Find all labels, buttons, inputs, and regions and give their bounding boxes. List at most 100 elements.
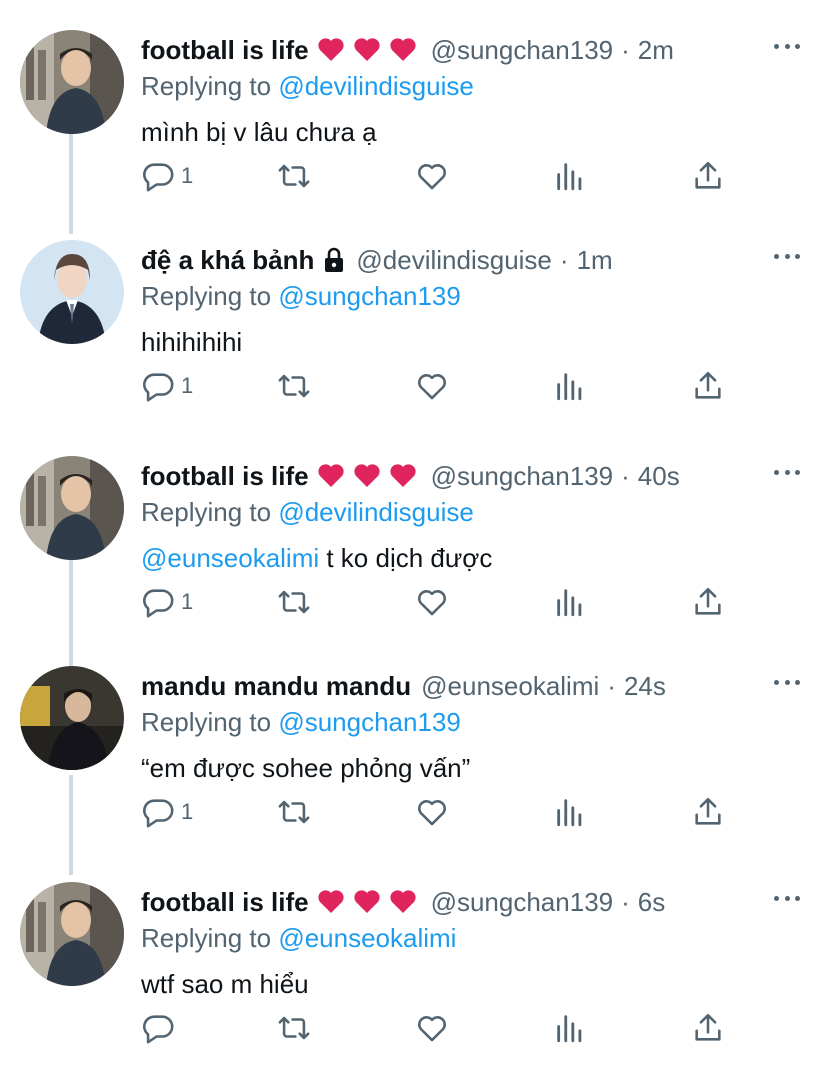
display-name[interactable]: đệ a khá bảnh bbox=[141, 240, 314, 280]
avatar-image bbox=[20, 882, 124, 986]
tweet-actions: 1 bbox=[141, 790, 741, 834]
analytics-button[interactable] bbox=[553, 364, 587, 408]
analytics-button[interactable] bbox=[553, 154, 587, 198]
avatar[interactable] bbox=[20, 882, 124, 986]
timestamp[interactable]: 24s bbox=[624, 666, 666, 706]
display-name[interactable]: football is life bbox=[141, 882, 309, 922]
retweet-button[interactable] bbox=[277, 154, 311, 198]
separator-dot: · bbox=[559, 245, 569, 275]
red-heart-emoji bbox=[353, 890, 380, 913]
retweet-button[interactable] bbox=[277, 364, 311, 408]
user-handle[interactable]: @sungchan139 bbox=[431, 456, 614, 496]
analytics-icon bbox=[557, 589, 582, 617]
red-heart-emoji bbox=[317, 890, 344, 913]
replying-to-mention[interactable]: @eunseokalimi bbox=[278, 923, 456, 953]
more-icon[interactable] bbox=[774, 254, 800, 262]
reply-button[interactable]: 1 bbox=[141, 790, 193, 834]
tweet-text-body: hihihihihi bbox=[141, 327, 243, 357]
like-button[interactable] bbox=[415, 1006, 449, 1050]
reply-button[interactable]: 1 bbox=[141, 580, 193, 624]
tweet[interactable]: football is life @sungchan139 · 2m Reply… bbox=[0, 30, 828, 240]
retweet-icon bbox=[278, 164, 310, 188]
tweet-text-body: “em được sohee phỏng vấn” bbox=[141, 753, 471, 783]
tweet-text: wtf sao m hiểu bbox=[141, 964, 309, 1004]
red-heart-emoji bbox=[317, 38, 344, 61]
tweet-text: mình bị v lâu chưa ạ bbox=[141, 112, 377, 152]
reply-count: 1 bbox=[181, 799, 194, 824]
avatar[interactable] bbox=[20, 666, 124, 770]
display-name[interactable]: mandu mandu mandu bbox=[141, 666, 411, 706]
more-icon[interactable] bbox=[774, 44, 800, 52]
hearts-emoji bbox=[317, 456, 425, 496]
analytics-icon bbox=[557, 1015, 582, 1043]
tweet-text-body: mình bị v lâu chưa ạ bbox=[141, 117, 377, 147]
user-handle[interactable]: @eunseokalimi bbox=[421, 666, 599, 706]
replying-to-mention[interactable]: @sungchan139 bbox=[278, 707, 461, 737]
share-button[interactable] bbox=[691, 154, 725, 198]
tweet[interactable]: football is life @sungchan139 · 6s Reply… bbox=[0, 882, 828, 1092]
reply-icon bbox=[143, 373, 174, 402]
retweet-icon bbox=[278, 1016, 310, 1040]
retweet-icon bbox=[278, 800, 310, 824]
tweet[interactable]: đệ a khá bảnh @devilindisguise · 1m Repl… bbox=[0, 240, 828, 450]
share-button[interactable] bbox=[691, 790, 725, 834]
avatar[interactable] bbox=[20, 456, 124, 560]
tweet[interactable]: football is life @sungchan139 · 40s Repl… bbox=[0, 456, 828, 666]
like-button[interactable] bbox=[415, 154, 449, 198]
retweet-button[interactable] bbox=[277, 1006, 311, 1050]
display-name[interactable]: football is life bbox=[141, 30, 309, 70]
text-mention[interactable]: @eunseokalimi bbox=[141, 543, 319, 573]
analytics-icon bbox=[557, 163, 582, 191]
tweet-text: hihihihihi bbox=[141, 322, 242, 362]
replying-to-mention[interactable]: @sungchan139 bbox=[278, 281, 461, 311]
avatar-image bbox=[20, 666, 124, 770]
user-handle[interactable]: @sungchan139 bbox=[431, 882, 614, 922]
reply-button[interactable]: 1 bbox=[141, 364, 193, 408]
timestamp[interactable]: 2m bbox=[638, 30, 674, 70]
analytics-icon bbox=[557, 373, 582, 401]
more-icon[interactable] bbox=[774, 680, 800, 688]
replying-to-mention[interactable]: @devilindisguise bbox=[278, 71, 474, 101]
share-button[interactable] bbox=[691, 364, 725, 408]
analytics-button[interactable] bbox=[553, 1006, 587, 1050]
retweet-button[interactable] bbox=[277, 790, 311, 834]
avatar-image bbox=[20, 456, 124, 560]
replying-to-line: Replying to @eunseokalimi bbox=[141, 918, 456, 958]
display-name[interactable]: football is life bbox=[141, 456, 309, 496]
share-icon bbox=[695, 161, 721, 189]
replying-to-line: Replying to @sungchan139 bbox=[141, 276, 461, 316]
analytics-button[interactable] bbox=[553, 790, 587, 834]
timestamp[interactable]: 1m bbox=[577, 240, 613, 280]
separator-dot: · bbox=[607, 671, 616, 701]
more-icon[interactable] bbox=[774, 470, 800, 478]
like-button[interactable] bbox=[415, 364, 449, 408]
reply-button[interactable] bbox=[141, 1006, 181, 1050]
retweet-icon bbox=[278, 374, 310, 398]
timestamp[interactable]: 40s bbox=[638, 456, 680, 496]
avatar[interactable] bbox=[20, 30, 124, 134]
analytics-icon bbox=[557, 799, 582, 827]
tweet[interactable]: mandu mandu mandu @eunseokalimi · 24s Re… bbox=[0, 666, 828, 876]
avatar-image bbox=[20, 240, 124, 344]
like-button[interactable] bbox=[415, 580, 449, 624]
timestamp[interactable]: 6s bbox=[638, 882, 665, 922]
retweet-button[interactable] bbox=[277, 580, 311, 624]
analytics-button[interactable] bbox=[553, 580, 587, 624]
replying-label: Replying to bbox=[141, 923, 272, 953]
red-heart-emoji bbox=[353, 38, 380, 61]
more-icon[interactable] bbox=[774, 896, 800, 904]
tweet-text-body: wtf sao m hiểu bbox=[141, 969, 309, 999]
replying-label: Replying to bbox=[141, 71, 272, 101]
replying-to-mention[interactable]: @devilindisguise bbox=[278, 497, 474, 527]
share-button[interactable] bbox=[691, 580, 725, 624]
reply-count: 1 bbox=[181, 373, 194, 398]
share-button[interactable] bbox=[691, 1006, 725, 1050]
separator-dot: · bbox=[621, 461, 630, 491]
like-button[interactable] bbox=[415, 790, 449, 834]
avatar[interactable] bbox=[20, 240, 124, 344]
user-handle[interactable]: @sungchan139 bbox=[431, 30, 614, 70]
tweet-text-body: t ko dịch được bbox=[319, 543, 493, 573]
reply-button[interactable]: 1 bbox=[141, 154, 193, 198]
user-handle[interactable]: @devilindisguise bbox=[356, 240, 552, 280]
heart-icon bbox=[418, 374, 446, 400]
